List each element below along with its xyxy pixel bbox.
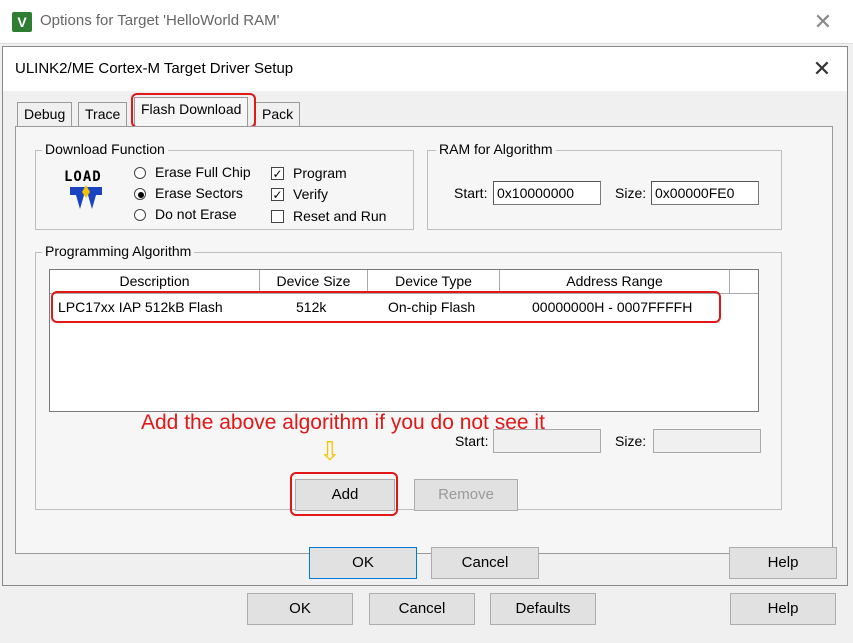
tab-debug[interactable]: Debug <box>17 102 73 126</box>
tab-pack[interactable]: Pack <box>255 102 301 126</box>
do-not-erase-label[interactable]: Do not Erase <box>155 206 237 222</box>
dialog-cancel-button[interactable]: Cancel <box>431 547 539 579</box>
ram-start-label: Start: <box>454 185 488 201</box>
download-function-label: Download Function <box>42 141 168 157</box>
erase-full-chip-radio[interactable] <box>134 167 146 179</box>
outer-cancel-button[interactable]: Cancel <box>369 593 475 625</box>
verify-label[interactable]: Verify <box>293 186 328 202</box>
algo-size-label: Size: <box>615 433 647 449</box>
reset-and-run-label[interactable]: Reset and Run <box>293 208 386 224</box>
dialog-titlebar: ULINK2/ME Cortex-M Target Driver Setup ✕ <box>3 47 847 91</box>
tab-highlight-box <box>131 93 256 128</box>
column-filler <box>730 270 758 294</box>
program-checkbox[interactable]: ✓ <box>271 167 284 180</box>
outer-window-titlebar: V Options for Target 'HelloWorld RAM' ✕ <box>0 0 853 44</box>
outer-close-icon[interactable]: ✕ <box>808 11 838 33</box>
algo-start-label: Start: <box>455 433 489 449</box>
ram-size-label: Size: <box>615 185 647 201</box>
outer-window-title: Options for Target 'HelloWorld RAM' <box>40 12 280 29</box>
ram-start-input[interactable]: 0x10000000 <box>493 181 601 205</box>
tab-trace[interactable]: Trace <box>78 102 128 126</box>
programming-algorithm-label: Programming Algorithm <box>42 243 195 259</box>
ram-size-input[interactable]: 0x00000FE0 <box>651 181 759 205</box>
uvision-app-icon: V <box>12 12 32 32</box>
ram-for-algorithm-label: RAM for Algorithm <box>436 141 556 157</box>
program-label[interactable]: Program <box>293 165 347 181</box>
verify-checkbox[interactable]: ✓ <box>271 188 284 201</box>
erase-sectors-label[interactable]: Erase Sectors <box>155 185 243 201</box>
do-not-erase-radio[interactable] <box>134 209 146 221</box>
algo-size-input <box>653 429 761 453</box>
dialog-help-button[interactable]: Help <box>729 547 837 579</box>
annotation-text: Add the above algorithm if you do not se… <box>141 411 545 434</box>
dialog-close-icon[interactable]: ✕ <box>807 58 837 80</box>
outer-help-button[interactable]: Help <box>730 593 836 625</box>
erase-sectors-radio[interactable] <box>134 188 146 200</box>
outer-defaults-button[interactable]: Defaults <box>490 593 596 625</box>
row-highlight-box <box>51 291 721 323</box>
dialog-title: ULINK2/ME Cortex-M Target Driver Setup <box>15 60 294 77</box>
outer-ok-button[interactable]: OK <box>247 593 353 625</box>
load-icon: LOAD <box>61 169 111 213</box>
erase-full-chip-label[interactable]: Erase Full Chip <box>155 164 251 180</box>
down-arrow-icon: ⇩ <box>319 436 341 466</box>
target-driver-setup-dialog: ULINK2/ME Cortex-M Target Driver Setup ✕… <box>2 46 848 586</box>
reset-and-run-checkbox[interactable] <box>271 210 284 223</box>
add-highlight-box <box>290 472 398 516</box>
remove-button: Remove <box>414 479 518 511</box>
dialog-ok-button[interactable]: OK <box>309 547 417 579</box>
